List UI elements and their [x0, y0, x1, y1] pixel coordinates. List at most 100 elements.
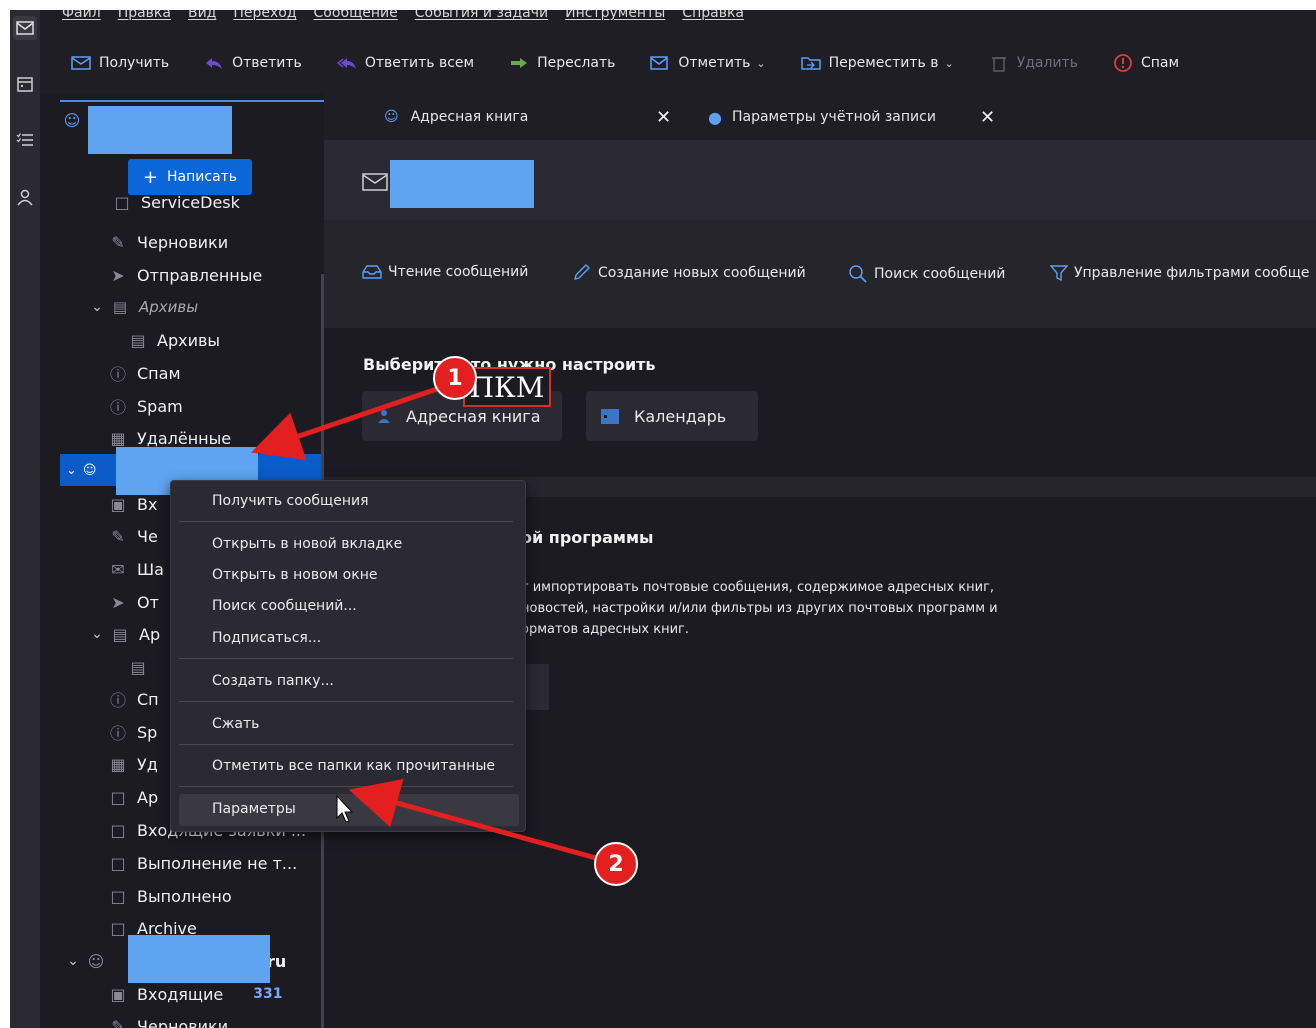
read-messages-link[interactable]: Чтение сообщений [362, 264, 528, 280]
folder-spam-ru-2[interactable]: ⓘ Сп [108, 683, 159, 715]
folder-not-done[interactable]: □ Выполнение не т... [108, 847, 297, 879]
chevron-down-icon: ⌄ [944, 56, 954, 70]
folder-sent[interactable]: ➤ Отправленные [108, 259, 262, 291]
folder-archives-sub-2[interactable]: ▤ [128, 651, 157, 683]
menu-help[interactable]: Справка [682, 10, 744, 20]
folder-spam-en[interactable]: ⓘ Spam [108, 390, 183, 422]
ctx-mark-all-read[interactable]: Отметить все папки как прочитанные [212, 758, 495, 774]
folder-inbox-2[interactable]: ▣ Вх [108, 488, 157, 520]
quick-actions: Чтение сообщений Создание новых сообщени… [324, 220, 1316, 328]
paper-plane-icon: ➤ [111, 265, 125, 285]
menu-edit[interactable]: Правка [118, 10, 171, 20]
search-messages-link[interactable]: Поиск сообщений [848, 264, 1005, 284]
archive-icon: ▤ [130, 330, 146, 350]
ctx-open-new-tab[interactable]: Открыть в новой вкладке [212, 536, 402, 552]
folder-spam-en-2[interactable]: ⓘ Sp [108, 716, 157, 748]
folder-drafts-2[interactable]: ✎ Че [108, 520, 158, 552]
folder-archives-group[interactable]: ⌄ ▤ Архивы [90, 291, 198, 323]
thunderbird-window: Файл Правка Вид Переход Сообщение Событи… [10, 10, 1316, 1028]
folder-move-icon [800, 54, 822, 72]
close-icon[interactable]: ✕ [980, 107, 995, 128]
calendar-space-icon[interactable] [13, 72, 37, 96]
folder-spam-ru[interactable]: ⓘ Спам [108, 357, 181, 389]
step-2-badge: 2 [594, 842, 638, 886]
chevron-down-icon[interactable]: ⌄ [66, 953, 80, 969]
folder-templates-2[interactable]: ✉ Ша [108, 553, 164, 585]
menu-view[interactable]: Вид [188, 10, 216, 20]
folder-trash-2[interactable]: ▦ Уд [108, 748, 157, 780]
ctx-get-messages[interactable]: Получить сообщения [212, 493, 369, 509]
ctx-open-new-window[interactable]: Открыть в новом окне [212, 567, 377, 583]
folder-label: Черновики [137, 1016, 229, 1028]
menu-tools[interactable]: Инструменты [565, 10, 665, 20]
tasks-space-icon[interactable] [13, 128, 37, 152]
tab-account-settings[interactable]: ● Параметры учётной записи ✕ [708, 104, 1008, 130]
manage-filters-link[interactable]: Управление фильтрами сообще [1050, 264, 1310, 282]
folder-sent-2[interactable]: ➤ От [108, 586, 159, 618]
menu-message[interactable]: Сообщение [314, 10, 398, 20]
reply-icon [203, 54, 225, 72]
folder-done[interactable]: □ Выполнено [108, 880, 231, 912]
quick-action-label: Поиск сообщений [874, 266, 1006, 282]
tab-address-book[interactable]: ☺ Адресная книга ✕ [384, 104, 684, 130]
folder-label: Ар [139, 624, 161, 644]
reply-all-button[interactable]: Ответить всем [336, 48, 474, 78]
folder-label: От [137, 592, 159, 612]
mail-space-icon[interactable] [13, 16, 37, 40]
forward-icon [508, 54, 530, 72]
folder-label: Спам [137, 363, 181, 383]
folder-archives-2[interactable]: ⌄ ▤ Ар [90, 618, 160, 650]
filter-icon [1050, 264, 1068, 282]
spam-icon: ⓘ [109, 365, 126, 384]
menu-separator [179, 744, 513, 745]
setup-card-label: Адресная книга [406, 406, 541, 426]
menu-file[interactable]: Файл [62, 10, 101, 20]
setup-card-label: Календарь [634, 406, 727, 426]
folder-inbox-3[interactable]: ▣ Входящие 331 [108, 978, 282, 1010]
step-1-badge: 1 [433, 356, 477, 400]
contacts-space-icon[interactable] [13, 185, 37, 209]
reply-label: Ответить [232, 55, 302, 71]
spaces-toolbar [10, 10, 40, 1028]
ctx-compact[interactable]: Сжать [212, 716, 259, 732]
pencil-icon: ✎ [111, 1016, 125, 1028]
chevron-down-icon[interactable]: ⌄ [66, 463, 77, 478]
ctx-new-folder[interactable]: Создать папку... [212, 673, 334, 689]
folder-archives[interactable]: ▤ Архивы [128, 324, 220, 356]
folder-drafts[interactable]: ✎ Черновики [108, 226, 228, 258]
address-book-icon: ☺ [384, 109, 399, 125]
forward-button[interactable]: Переслать [508, 48, 615, 78]
spam-button[interactable]: Спам [1112, 48, 1179, 78]
ctx-subscribe[interactable]: Подписаться... [212, 630, 321, 646]
mail-toolbar: Получить Ответить Ответить всем Переслат… [40, 32, 1316, 94]
setup-calendar-button[interactable]: Календарь [586, 391, 758, 441]
tag-button[interactable]: Отметить ⌄ [649, 48, 766, 78]
close-icon[interactable]: ✕ [656, 107, 671, 128]
ctx-settings[interactable]: Параметры [212, 801, 296, 817]
menu-go[interactable]: Переход [233, 10, 296, 20]
reply-button[interactable]: Ответить [203, 48, 302, 78]
redacted-account-email [390, 160, 534, 208]
compose-button[interactable]: + Написать [128, 159, 252, 195]
folder-archive-2b[interactable]: □ Ар [108, 781, 158, 813]
tag-label: Отметить [678, 55, 751, 71]
menu-events[interactable]: События и задачи [415, 10, 548, 20]
chevron-down-icon[interactable]: ⌄ [90, 626, 104, 642]
redacted-account-name [88, 106, 232, 154]
compose-messages-link[interactable]: Создание новых сообщений [572, 264, 806, 282]
folder-label: Spam [137, 396, 183, 416]
folder-drafts-3[interactable]: ✎ Черновики [108, 1010, 228, 1028]
tab-label: Адресная книга [410, 109, 529, 125]
compose-label: Написать [167, 169, 238, 185]
spam-icon: ⓘ [109, 691, 126, 710]
folder-label: Архивы [157, 330, 221, 350]
move-to-button[interactable]: Переместить в ⌄ [800, 48, 954, 78]
folder-label: Удалённые [137, 428, 232, 448]
forward-label: Переслать [537, 55, 616, 71]
chevron-down-icon[interactable]: ⌄ [90, 299, 104, 315]
paper-plane-icon: ➤ [111, 592, 125, 612]
get-messages-button[interactable]: Получить [70, 48, 169, 78]
tab-bar: ☺ Адресная книга ✕ ● Параметры учётной з… [324, 94, 1316, 140]
delete-button[interactable]: Удалить [988, 48, 1078, 78]
ctx-search-messages[interactable]: Поиск сообщений... [212, 598, 357, 614]
